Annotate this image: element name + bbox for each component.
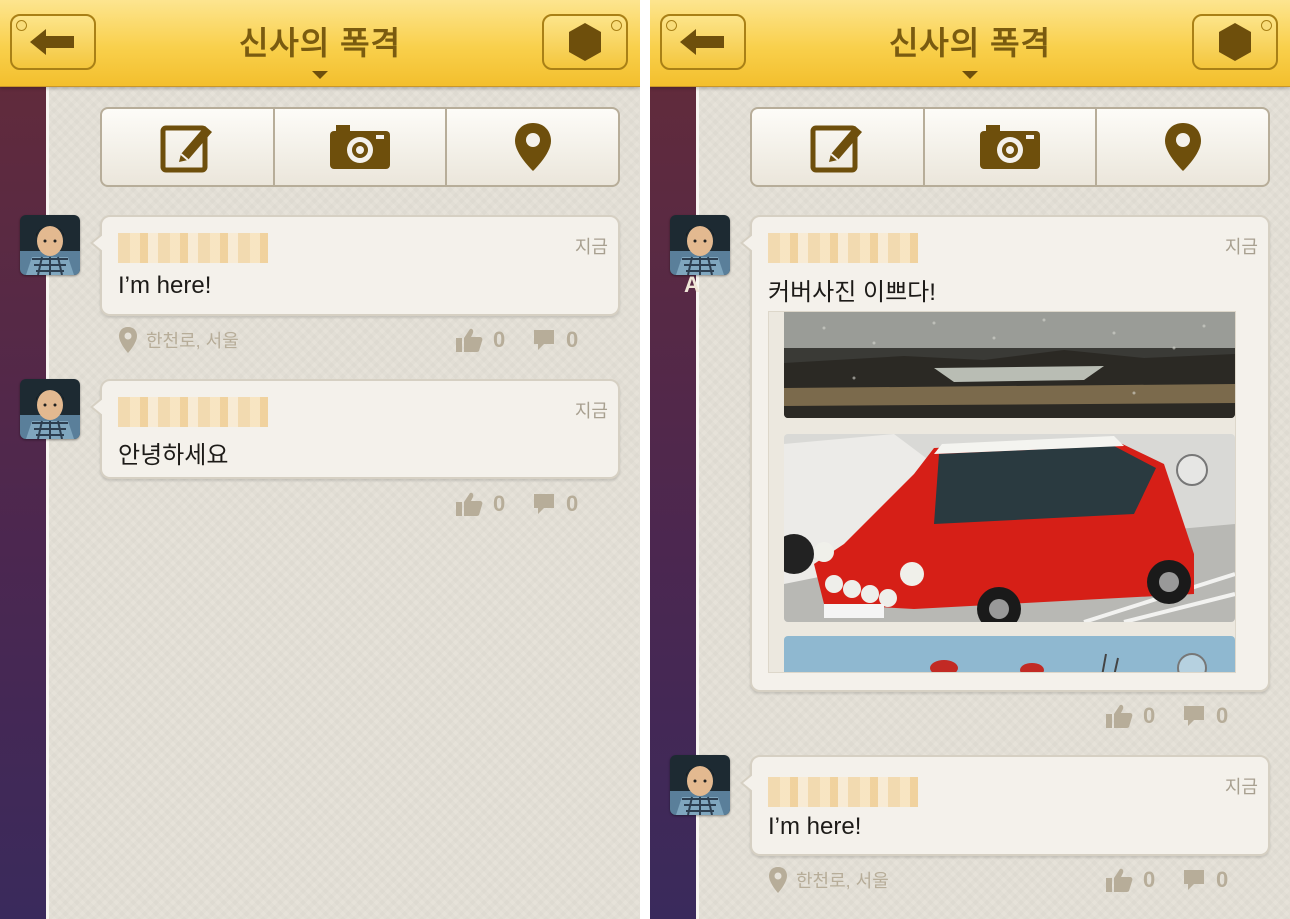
post-text: I’m here!	[118, 272, 212, 299]
thumbs-up-icon	[456, 328, 483, 352]
author-name-blurred	[768, 233, 918, 263]
camera-icon	[330, 125, 390, 169]
author-name-blurred	[768, 777, 918, 807]
header-bar: 신사의 폭격	[650, 0, 1290, 87]
location-label: 한천로, 서울	[796, 871, 889, 891]
write-post-button[interactable]	[102, 109, 275, 185]
like-button[interactable]: 0	[1105, 701, 1155, 731]
comment-button[interactable]: 0	[1182, 865, 1228, 895]
like-button[interactable]: 0	[1105, 865, 1155, 895]
button-dot	[611, 20, 622, 31]
location-button[interactable]	[447, 109, 618, 185]
avatar-photo	[20, 379, 80, 439]
user-avatar[interactable]	[670, 755, 730, 815]
comment-count: 0	[566, 327, 579, 352]
post-time: 지금	[574, 237, 608, 257]
speech-bubble-icon	[534, 330, 554, 350]
red-car-photo	[784, 434, 1235, 622]
location-pin-icon	[119, 327, 137, 353]
location-pin-icon	[514, 123, 551, 171]
header-bar: 신사의 폭격	[0, 0, 640, 87]
like-count: 0	[1143, 867, 1156, 892]
screen-right: A 신사의 폭격 지금 커버사진 이쁘다! 0 0 지금 I’m here! 한…	[650, 0, 1290, 919]
location-label: 한천로, 서울	[146, 331, 239, 351]
comment-count: 0	[1216, 867, 1229, 892]
gallery-photo-rain[interactable]	[784, 312, 1235, 418]
thumbs-up-icon	[1106, 704, 1133, 728]
post-text: 안녕하세요	[118, 442, 229, 469]
title-dropdown-caret-icon[interactable]	[312, 71, 328, 79]
post-location[interactable]: 한천로, 서울	[118, 325, 239, 355]
avatar-photo	[20, 215, 80, 275]
gallery-photo-sky[interactable]	[784, 636, 1235, 672]
rainy-window-photo	[784, 312, 1235, 418]
speech-bubble-icon	[1184, 870, 1204, 890]
location-pin-icon	[769, 867, 787, 893]
screen-left: 신사의 폭격 지금 I’m here! 한천로, 서울 0 0 지금 안녕하세요…	[0, 0, 640, 919]
post-card[interactable]: 지금 커버사진 이쁘다!	[740, 215, 1270, 692]
like-count: 0	[493, 327, 506, 352]
post-card[interactable]: 지금 I’m here!	[90, 215, 620, 316]
menu-button[interactable]	[1192, 14, 1278, 70]
comment-button[interactable]: 0	[1182, 701, 1228, 731]
author-name-blurred	[118, 233, 268, 263]
gallery-photo-car[interactable]	[784, 434, 1235, 622]
hexagon-menu-icon	[569, 23, 601, 61]
like-count: 0	[493, 491, 506, 516]
avatar-photo	[670, 215, 730, 275]
post-time: 지금	[1224, 237, 1258, 257]
camera-button[interactable]	[275, 109, 448, 185]
location-button[interactable]	[1097, 109, 1268, 185]
write-post-button[interactable]	[752, 109, 925, 185]
comment-count: 0	[1216, 703, 1229, 728]
menu-button[interactable]	[542, 14, 628, 70]
compose-toolbar	[100, 107, 620, 187]
like-button[interactable]: 0	[455, 325, 505, 355]
post-text: 커버사진 이쁘다!	[768, 279, 936, 306]
post-text: I’m here!	[768, 813, 862, 840]
post-time: 지금	[574, 401, 608, 421]
sky-photo	[784, 636, 1235, 672]
post-card[interactable]: 지금 안녕하세요	[90, 379, 620, 479]
user-avatar[interactable]	[20, 215, 80, 275]
side-panel-edge	[0, 86, 49, 919]
hexagon-menu-icon	[1219, 23, 1251, 61]
like-button[interactable]: 0	[455, 489, 505, 519]
comment-count: 0	[566, 491, 579, 516]
side-panel-letter: A	[684, 272, 700, 297]
comment-button[interactable]: 0	[532, 325, 578, 355]
button-dot	[1261, 20, 1272, 31]
photo-gallery[interactable]	[768, 311, 1236, 673]
speech-bubble-icon	[1184, 706, 1204, 726]
user-avatar[interactable]	[670, 215, 730, 275]
post-card[interactable]: 지금 I’m here!	[740, 755, 1270, 856]
avatar-photo	[670, 755, 730, 815]
post-location[interactable]: 한천로, 서울	[768, 865, 889, 895]
post-time: 지금	[1224, 777, 1258, 797]
pencil-edit-icon	[810, 125, 863, 173]
like-count: 0	[1143, 703, 1156, 728]
thumbs-up-icon	[456, 492, 483, 516]
comment-button[interactable]: 0	[532, 489, 578, 519]
camera-icon	[980, 125, 1040, 169]
thumbs-up-icon	[1106, 868, 1133, 892]
user-avatar[interactable]	[20, 379, 80, 439]
compose-toolbar	[750, 107, 1270, 187]
speech-bubble-icon	[534, 494, 554, 514]
camera-button[interactable]	[925, 109, 1098, 185]
location-pin-icon	[1164, 123, 1201, 171]
pencil-edit-icon	[160, 125, 213, 173]
title-dropdown-caret-icon[interactable]	[962, 71, 978, 79]
author-name-blurred	[118, 397, 268, 427]
